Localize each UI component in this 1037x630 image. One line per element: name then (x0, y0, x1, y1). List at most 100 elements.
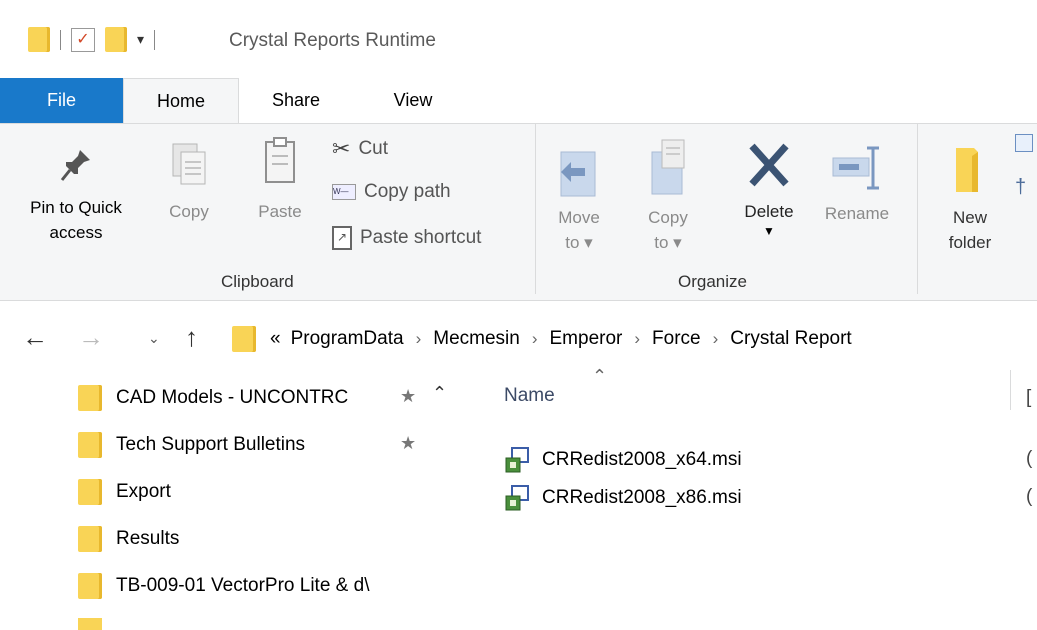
clipboard-group-label: Clipboard (221, 272, 294, 291)
chevron-right-icon[interactable]: › (532, 329, 538, 349)
delete-dropdown-icon[interactable]: ▼ (734, 224, 804, 238)
copy-path-button[interactable]: W— Copy path (332, 181, 451, 203)
forward-arrow-icon[interactable]: → (78, 322, 104, 353)
folder-icon (232, 326, 256, 352)
folder-icon[interactable] (28, 27, 50, 52)
breadcrumb-item[interactable]: Crystal Report (730, 328, 851, 350)
breadcrumb-item[interactable]: Emperor (550, 328, 623, 350)
nav-item[interactable]: Results (78, 523, 179, 555)
nav-item[interactable]: TB-009-01 VectorPro Lite & d\ (78, 570, 369, 602)
sort-ascending-icon: ⌃ (592, 366, 608, 386)
up-arrow-icon[interactable]: ↑ (185, 322, 198, 353)
folder-icon (78, 526, 102, 552)
new-folder-button[interactable]: New folder (936, 140, 1004, 255)
folder-icon (78, 618, 102, 630)
scroll-up-icon[interactable]: ⌃ (432, 383, 447, 404)
column-divider[interactable] (1010, 370, 1011, 410)
file-date-fragment: ( (1026, 448, 1033, 469)
cut-label: Cut (358, 138, 389, 159)
quick-access-toolbar: ✓ ▾ (28, 27, 156, 52)
group-separator (535, 124, 536, 294)
folder-icon (78, 385, 102, 411)
separator (60, 29, 61, 50)
list-item[interactable]: CRRedist2008_x64.msi (504, 446, 742, 474)
nav-item[interactable]: CAD Models - UNCONTRC (78, 382, 348, 414)
new-folder-label-2: folder (948, 233, 992, 252)
rename-icon (832, 146, 879, 190)
folder-icon (78, 573, 102, 599)
copy-label: Copy (169, 202, 209, 221)
chevron-right-icon[interactable]: › (713, 329, 719, 349)
folder-icon (78, 432, 102, 458)
rename-button[interactable]: Rename (815, 142, 899, 226)
move-to-icon (560, 151, 596, 197)
paste-shortcut-label: Paste shortcut (360, 227, 482, 248)
chevron-right-icon[interactable]: › (634, 329, 640, 349)
new-folder-label-1: New (952, 208, 987, 227)
file-date-fragment: ( (1026, 486, 1033, 507)
copy-button[interactable]: Copy (164, 136, 214, 224)
msi-installer-icon (505, 447, 529, 473)
nav-item-label: TB-009-01 VectorPro Lite & d\ (116, 575, 370, 596)
chevron-right-icon[interactable]: › (416, 329, 422, 349)
nav-item[interactable]: Tech Support Bulletins (78, 429, 305, 461)
easy-access-icon[interactable]: † (1015, 176, 1026, 199)
tab-share[interactable]: Share (245, 78, 347, 123)
new-folder-icon (956, 148, 978, 192)
breadcrumb-item[interactable]: Mecmesin (433, 328, 520, 350)
pin-icon[interactable]: ★ (400, 386, 416, 407)
nav-item[interactable]: Export (78, 476, 171, 508)
nav-item-label: Tech Support Bulletins (116, 434, 306, 455)
nav-item-label: Export (116, 481, 171, 502)
paste-shortcut-button[interactable]: ↗ Paste shortcut (332, 226, 481, 250)
customize-dropdown-icon[interactable]: ▾ (137, 31, 144, 48)
breadcrumb-item[interactable]: ProgramData (291, 328, 404, 350)
breadcrumb[interactable]: « ProgramData › Mecmesin › Emperor › For… (232, 319, 852, 359)
paste-shortcut-icon: ↗ (332, 226, 352, 250)
nav-item-label: Results (116, 528, 180, 549)
new-folder-icon[interactable] (105, 27, 127, 52)
delete-x-icon (749, 143, 789, 187)
tab-home[interactable]: Home (123, 78, 239, 124)
organize-group-label: Organize (678, 272, 747, 291)
window-title: Crystal Reports Runtime (229, 30, 436, 51)
pin-to-quick-access-button[interactable]: Pin to Quick access (0, 144, 152, 245)
move-to-button[interactable]: Move to ▾ (554, 142, 604, 255)
delete-button[interactable]: Delete ▼ (734, 138, 804, 238)
nav-item-label: CAD Models - UNCONTRC (116, 387, 349, 408)
scissors-icon: ✂ (332, 136, 351, 161)
breadcrumb-overflow[interactable]: « (270, 328, 281, 350)
move-to-label-1: Move (558, 208, 600, 227)
tab-file[interactable]: File (0, 78, 123, 123)
rename-label: Rename (824, 204, 890, 223)
list-item[interactable]: CRRedist2008_x86.msi (504, 484, 742, 512)
paste-button[interactable]: Paste (248, 134, 312, 224)
cut-button[interactable]: ✂ Cut (332, 136, 388, 162)
tab-view[interactable]: View (367, 78, 459, 123)
file-name: CRRedist2008_x86.msi (542, 487, 742, 508)
ribbon: Pin to Quick access Copy Paste ✂ Cut W— … (0, 123, 1037, 301)
copy-to-label-1: Copy (648, 208, 688, 227)
separator (154, 29, 156, 50)
back-arrow-icon[interactable]: ← (22, 322, 48, 353)
pin-label-2: access (49, 223, 103, 242)
ribbon-tabs: File Home Share View (0, 78, 1037, 124)
breadcrumb-item[interactable]: Force (652, 328, 701, 350)
copy-to-label-2: to ▾ (654, 233, 682, 252)
copy-to-button[interactable]: Copy to ▾ (642, 134, 694, 255)
group-separator (917, 124, 918, 294)
properties-check-icon[interactable]: ✓ (71, 27, 95, 52)
column-header-name[interactable]: Name (504, 385, 555, 407)
copy-path-label: Copy path (364, 181, 451, 202)
copy-path-icon: W— (332, 184, 356, 200)
pin-icon[interactable]: ★ (400, 433, 416, 454)
recent-locations-chevron-icon[interactable]: ⌄ (148, 330, 160, 347)
copy-to-icon (651, 139, 685, 195)
file-name: CRRedist2008_x64.msi (542, 449, 742, 470)
pin-icon (60, 150, 90, 181)
title-bar: ✓ ▾ Crystal Reports Runtime (0, 0, 1037, 78)
new-item-icon[interactable] (1015, 134, 1033, 152)
pin-label-1: Pin to Quick (30, 198, 122, 217)
column-header-next[interactable]: [ (1026, 387, 1031, 409)
copy-icon (172, 143, 206, 185)
